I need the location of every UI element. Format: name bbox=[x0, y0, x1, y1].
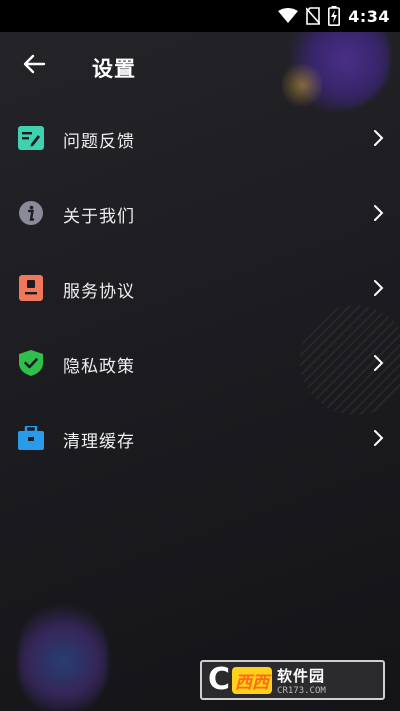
chevron-right-icon bbox=[372, 129, 384, 147]
settings-list: 问题反馈 关于我们 服务协议 隐私政策 清理缓存 bbox=[0, 100, 400, 475]
briefcase-icon bbox=[18, 425, 44, 451]
battery-charging-icon bbox=[328, 6, 341, 26]
settings-item-label: 隐私政策 bbox=[63, 357, 135, 377]
settings-item-clear-cache[interactable]: 清理缓存 bbox=[0, 400, 400, 475]
settings-item-feedback[interactable]: 问题反馈 bbox=[0, 100, 400, 175]
decorative-blob-bottom bbox=[18, 600, 108, 711]
settings-item-about-us[interactable]: 关于我们 bbox=[0, 175, 400, 250]
settings-item-privacy-policy[interactable]: 隐私政策 bbox=[0, 325, 400, 400]
settings-item-label: 清理缓存 bbox=[63, 432, 135, 452]
status-time: 4:34 bbox=[348, 6, 390, 26]
shield-check-icon bbox=[18, 350, 44, 376]
page-title: 设置 bbox=[92, 57, 136, 81]
watermark-soft: 软件园 bbox=[277, 666, 326, 685]
watermark-url: CR173.COM bbox=[277, 685, 326, 696]
status-bar: 4:34 bbox=[0, 0, 400, 32]
watermark-brand: 西西 bbox=[232, 666, 273, 694]
watermark-letter: C bbox=[208, 662, 231, 697]
settings-item-label: 服务协议 bbox=[63, 282, 135, 302]
wifi-icon bbox=[278, 8, 299, 24]
chevron-right-icon bbox=[372, 204, 384, 222]
back-button[interactable] bbox=[14, 52, 54, 80]
no-sim-icon bbox=[306, 7, 321, 25]
chevron-right-icon bbox=[372, 279, 384, 297]
header: 设置 bbox=[0, 32, 400, 100]
feedback-icon bbox=[18, 125, 44, 151]
settings-item-label: 关于我们 bbox=[63, 207, 135, 227]
settings-item-service-agreement[interactable]: 服务协议 bbox=[0, 250, 400, 325]
watermark-logo: C 西西 软件园 CR173.COM bbox=[200, 660, 385, 700]
info-icon bbox=[18, 200, 44, 226]
chevron-right-icon bbox=[372, 429, 384, 447]
watermark-text-group: 软件园 CR173.COM bbox=[277, 665, 326, 696]
arrow-left-icon bbox=[22, 54, 46, 78]
agreement-icon bbox=[18, 275, 44, 301]
chevron-right-icon bbox=[372, 354, 384, 372]
settings-item-label: 问题反馈 bbox=[63, 132, 135, 152]
